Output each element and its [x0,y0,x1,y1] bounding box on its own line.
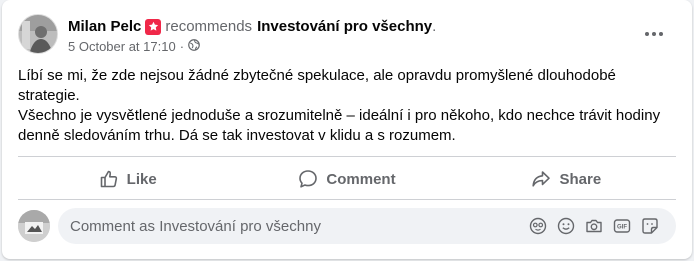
post-timestamp[interactable]: 5 October at 17:10 [68,39,176,54]
recommends-verb: recommends [165,18,253,35]
title-period: . [432,18,437,35]
like-label: Like [126,170,157,188]
comment-label: Comment [326,170,396,188]
sticker-icon[interactable] [636,212,664,240]
divider [18,199,676,200]
comment-button[interactable]: Comment [237,160,456,198]
share-button[interactable]: Share [457,160,676,198]
divider [18,156,676,157]
post-header: Milan Pelc recommends Investování pro vš… [18,14,676,60]
post-body-line: Líbí se mi, že zde nejsou žádné zbytečné… [18,67,616,104]
post-card: Milan Pelc recommends Investování pro vš… [2,0,692,259]
like-button[interactable]: Like [18,160,237,198]
camera-icon[interactable] [580,212,608,240]
more-options-icon[interactable] [638,22,670,46]
post-subline: 5 October at 17:10 · [68,39,436,54]
post-title-line: Milan Pelc recommends Investování pro vš… [68,17,436,36]
post-body-line: Všechno je vysvětlené jednoduše a srozum… [18,107,661,144]
comment-tools: GIF [524,212,664,240]
globe-icon [188,39,200,54]
recommend-badge-icon [145,18,162,35]
avatar-sticker-icon[interactable] [524,212,552,240]
comment-box[interactable]: GIF [58,208,676,244]
page-name-link[interactable]: Investování pro všechny [257,17,432,36]
share-label: Share [559,170,602,188]
comment-icon [299,170,318,188]
author-name[interactable]: Milan Pelc [68,17,141,36]
emoji-icon[interactable] [552,212,580,240]
gif-icon[interactable]: GIF [608,212,636,240]
author-avatar[interactable] [18,14,58,54]
like-icon [100,170,117,188]
meta-separator: · [179,39,185,54]
post-body: Líbí se mi, že zde nejsou žádné zbytečné… [18,66,678,146]
page-avatar[interactable] [18,210,50,242]
comment-composer: GIF [18,207,676,245]
comment-input[interactable] [70,217,524,235]
post-meta: Milan Pelc recommends Investování pro vš… [68,17,436,60]
post-actions: Like Comment Share [18,160,676,198]
svg-text:GIF: GIF [617,225,627,231]
share-icon [532,171,551,187]
